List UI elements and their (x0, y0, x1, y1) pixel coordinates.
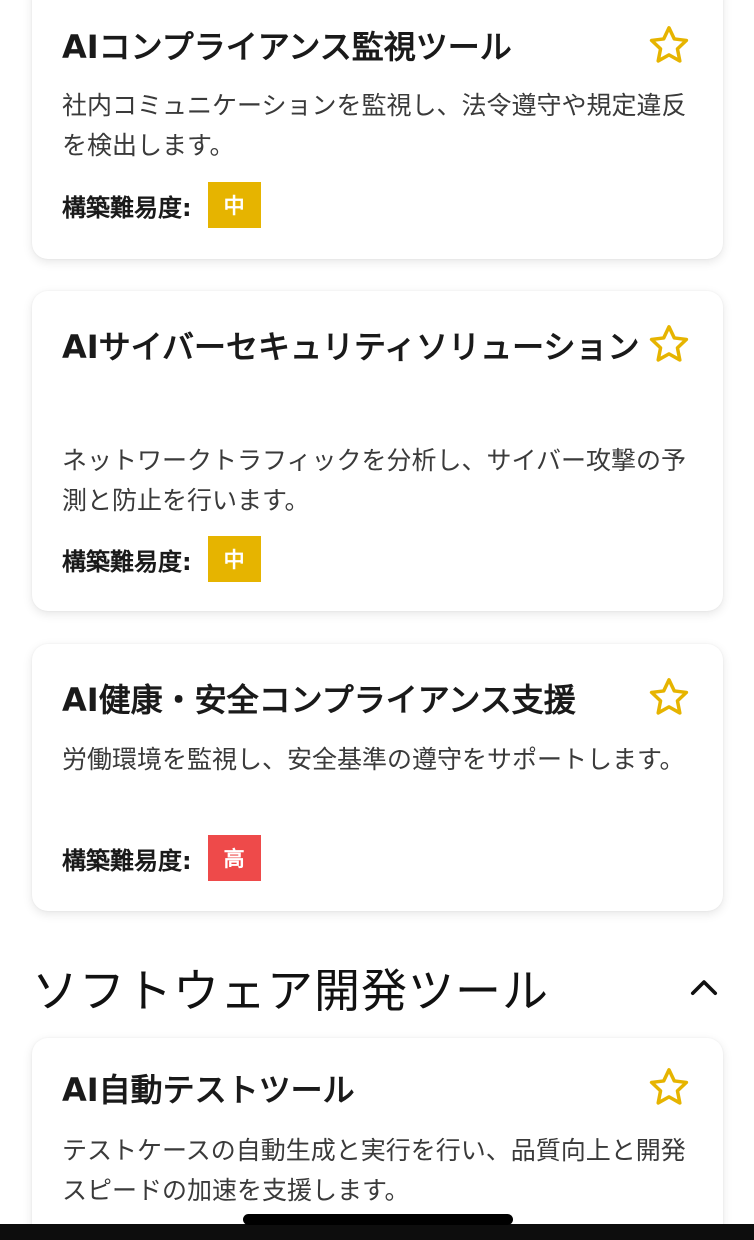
star-outline-icon[interactable] (647, 1065, 691, 1109)
difficulty-badge: 中 (207, 182, 261, 228)
difficulty-badge: 高 (207, 835, 261, 881)
card-title: AIコンプライアンス監視ツール (62, 28, 512, 66)
tool-card[interactable]: AIコンプライアンス監視ツール 社内コミュニケーションを監視し、法令遵守や規定違… (32, 0, 723, 259)
tool-card[interactable]: AIサイバーセキュリティソリューション ネットワークトラフィックを分析し、サイバ… (32, 291, 723, 611)
star-outline-icon[interactable] (647, 23, 691, 67)
star-outline-icon[interactable] (647, 322, 691, 366)
tool-card[interactable]: AI健康・安全コンプライアンス支援 労働環境を監視し、安全基準の遵守をサポートし… (32, 644, 723, 911)
card-description: 社内コミュニケーションを監視し、法令遵守や規定違反を検出します。 (62, 91, 687, 160)
difficulty-row: 構築難易度: 中 (62, 536, 261, 582)
card-description: 労働環境を監視し、安全基準の遵守をサポートします。 (62, 745, 685, 774)
tool-card[interactable]: AI自動テストツール テストケースの自動生成と実行を行い、品質向上と開発スピード… (32, 1038, 723, 1240)
section-title: ソフトウェア開発ツール (32, 964, 549, 1018)
star-outline-icon[interactable] (647, 675, 691, 719)
card-title: AI健康・安全コンプライアンス支援 (62, 681, 576, 719)
difficulty-badge: 中 (207, 536, 261, 582)
difficulty-label: 構築難易度: (62, 846, 192, 875)
card-title: AI自動テストツール (62, 1071, 355, 1109)
chevron-up-icon[interactable] (686, 970, 722, 1006)
app-screen: AIコンプライアンス監視ツール 社内コミュニケーションを監視し、法令遵守や規定違… (0, 0, 754, 1240)
difficulty-label: 構築難易度: (62, 193, 192, 222)
bottom-bar (0, 1224, 754, 1240)
card-description: ネットワークトラフィックを分析し、サイバー攻撃の予測と防止を行います。 (62, 446, 687, 515)
difficulty-label: 構築難易度: (62, 547, 192, 576)
section-header[interactable]: ソフトウェア開発ツール (32, 955, 722, 1021)
home-indicator[interactable] (243, 1214, 513, 1225)
card-description: テストケースの自動生成と実行を行い、品質向上と開発スピードの加速を支援します。 (62, 1136, 686, 1205)
difficulty-row: 構築難易度: 中 (62, 182, 261, 228)
card-title: AIサイバーセキュリティソリューション (62, 328, 640, 366)
difficulty-row: 構築難易度: 高 (62, 835, 261, 881)
